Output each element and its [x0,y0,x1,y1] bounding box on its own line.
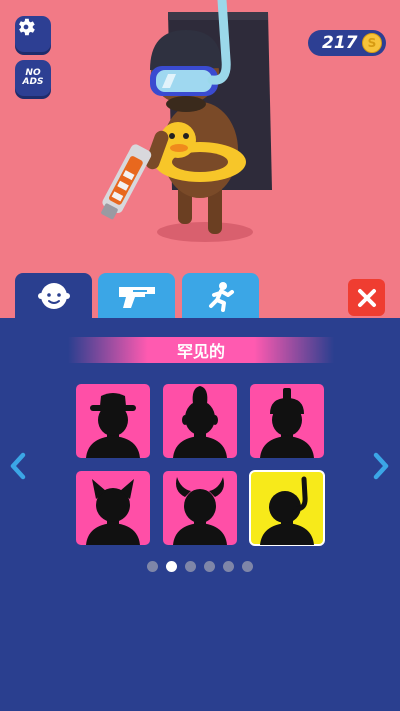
chevron-left-icon [10,452,26,480]
mohawk-head-icon [173,386,227,458]
close-button[interactable] [348,279,385,316]
gear-icon [19,18,35,36]
item-card-1[interactable] [76,384,150,458]
item-card-5[interactable] [163,471,237,545]
coin-count: 217 [322,33,358,53]
close-icon [357,288,376,307]
blaster-gun-icon [118,287,155,308]
cat-ears-head-icon [86,479,140,545]
item-card-6[interactable] [249,470,325,546]
settings-button[interactable] [15,16,51,52]
cowboy-hat-head-icon [86,393,140,458]
running-figure-icon [208,282,234,312]
horned-helmet-head-icon [173,477,227,545]
chevron-right-icon [373,452,389,480]
character-head-icon [37,283,70,309]
page-dot[interactable] [147,561,158,572]
coin-icon: S [362,33,382,53]
rarity-label: 罕见的 [176,342,225,361]
next-page-button[interactable] [369,446,393,486]
previous-page-button[interactable] [6,446,30,486]
snorkel-mask-head-icon [260,476,314,545]
crested-helmet-head-icon [260,388,314,458]
page-dot[interactable] [185,561,196,572]
item-card-2[interactable] [163,384,237,458]
item-card-4[interactable] [76,471,150,545]
tab-weapon[interactable] [98,273,175,319]
page-dot[interactable] [223,561,234,572]
no-ads-button[interactable]: NO ADS [15,60,51,96]
tab-pose[interactable] [182,273,259,319]
no-ads-label-bottom: ADS [22,77,44,87]
page-indicator [0,561,400,575]
coin-counter: 217 S [308,30,386,56]
game-scene: NO ADS 217 S [0,0,400,318]
customization-panel: 罕见的 [0,318,400,711]
tab-head[interactable] [15,273,92,319]
page-dot[interactable] [204,561,215,572]
page-dot[interactable] [242,561,253,572]
item-card-3[interactable] [250,384,324,458]
page-dot-active[interactable] [166,561,177,572]
rarity-banner: 罕见的 [68,337,334,363]
